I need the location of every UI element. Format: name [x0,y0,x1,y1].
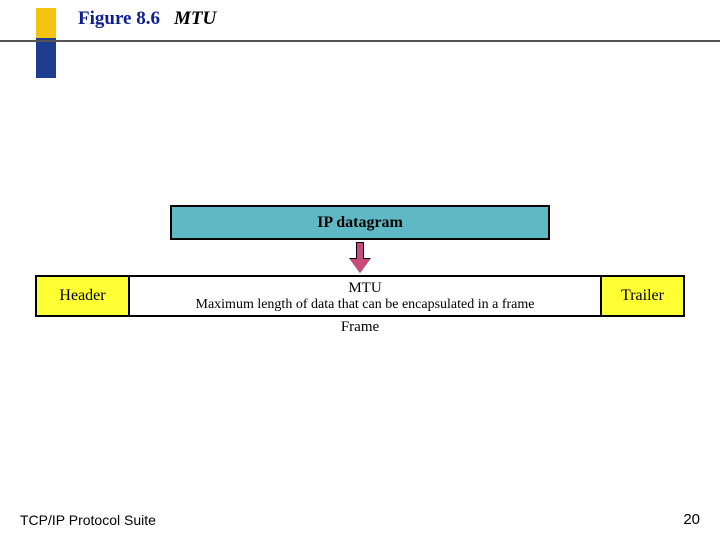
frame-trailer-label: Trailer [621,287,664,305]
frame-caption: Frame [35,319,685,336]
ornament-yellow-block [36,8,56,38]
title-underline [0,40,720,42]
frame-header-box: Header [35,275,130,317]
frame-header-label: Header [59,287,105,305]
ip-datagram-label: IP datagram [317,214,403,232]
mtu-label: MTU [130,279,600,297]
figure-topic: MTU [174,8,216,30]
title-row: Figure 8.6 MTU [78,8,216,30]
figure-number: Figure 8.6 [78,8,160,30]
frame-trailer-box: Trailer [600,275,685,317]
frame-row: Header MTU Maximum length of data that c… [35,275,685,317]
page-number: 20 [683,511,700,528]
footer-source: TCP/IP Protocol Suite [20,512,156,528]
mtu-description: Maximum length of data that can be encap… [130,297,600,314]
slide-ornament [8,8,78,78]
ip-datagram-box: IP datagram [170,205,550,240]
ornament-blue-block [36,38,56,78]
frame-mtu-box: MTU Maximum length of data that can be e… [130,275,600,317]
arrow-down-icon [353,242,367,272]
